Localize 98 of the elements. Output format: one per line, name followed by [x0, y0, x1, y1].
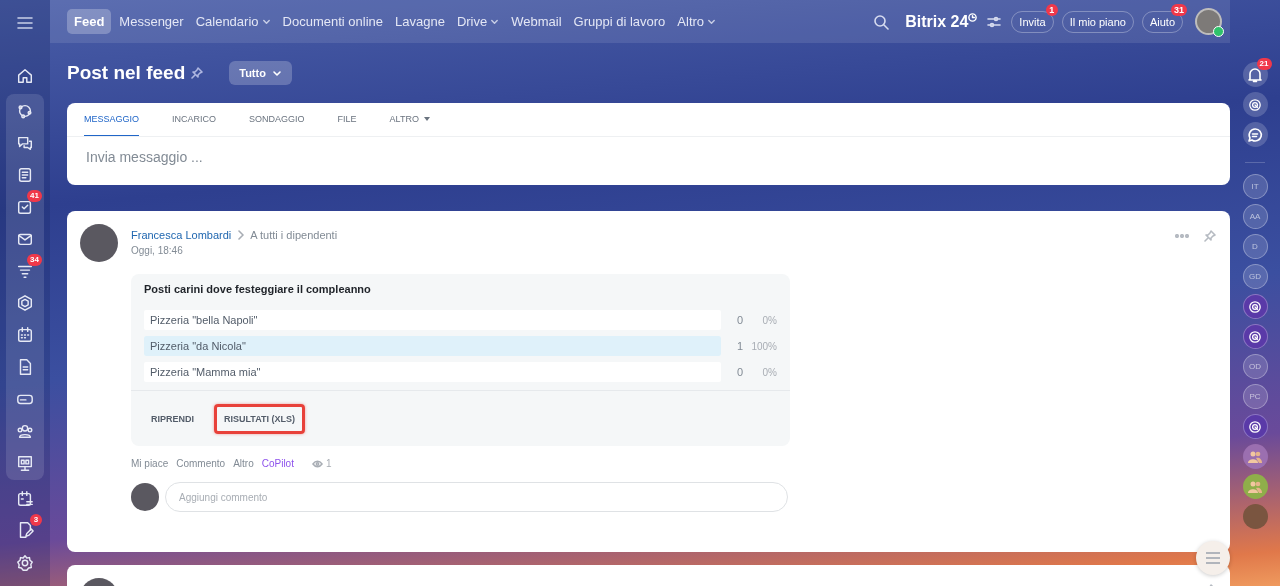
avatar — [131, 483, 159, 511]
vote-percent: 0% — [761, 366, 777, 378]
user-avatar[interactable] — [1195, 8, 1222, 35]
composer-tab[interactable]: INCARICO — [172, 103, 217, 136]
nav-tab[interactable]: Lavagne — [391, 9, 449, 34]
list-icon — [1205, 552, 1221, 564]
chat-button[interactable] — [1242, 122, 1268, 147]
counter-badge: 3 — [30, 513, 42, 526]
search-icon — [873, 13, 890, 30]
author-link[interactable]: Francesca Lombardi — [131, 229, 232, 241]
chat-avatar[interactable]: PC — [1242, 384, 1268, 409]
composer-tab[interactable]: ALTRO — [389, 103, 430, 136]
presentation-icon — [16, 454, 34, 473]
home-icon — [16, 66, 34, 85]
swirl-icon — [1247, 418, 1263, 435]
vote-percent: 0% — [761, 314, 777, 326]
swirl-icon — [1247, 298, 1263, 315]
vote-count-link[interactable]: 0 — [721, 365, 743, 379]
logo: Bitrix 24 — [905, 12, 969, 31]
chat-button[interactable] — [1242, 92, 1268, 117]
sliders-icon — [987, 15, 1002, 28]
composer-tab[interactable]: SONDAGGIO — [249, 103, 305, 136]
nav-tab[interactable]: Drive — [452, 9, 504, 34]
menu-icon — [17, 15, 33, 30]
chat-button[interactable] — [1242, 324, 1268, 349]
chat-avatar[interactable]: D — [1242, 234, 1268, 259]
sidebar-button[interactable]: 41 — [10, 192, 40, 223]
calendar-list-icon — [16, 490, 34, 508]
counter-badge: 31 — [1171, 3, 1187, 16]
pin-icon — [191, 67, 204, 79]
counter-badge: 21 — [1256, 58, 1272, 70]
chat-icon — [1247, 126, 1263, 143]
comment-input-field[interactable]: Aggiungi commento — [165, 482, 788, 512]
vote-count-link[interactable]: 0 — [721, 313, 743, 327]
nav-tab[interactable]: Calendario — [191, 9, 275, 34]
group-chat-button[interactable] — [1242, 444, 1268, 469]
chat-button[interactable] — [1242, 414, 1268, 439]
checkbox-icon — [16, 198, 34, 217]
nav-tab[interactable]: Gruppi di lavoro — [569, 9, 670, 34]
sidebar-button[interactable]: 3 — [10, 515, 40, 545]
vote-percent: 100% — [750, 340, 777, 352]
vote-count-link[interactable]: 1 — [721, 339, 743, 353]
action-link[interactable]: Commento — [176, 458, 226, 469]
post-time: Oggi, 18:46 — [131, 245, 184, 256]
people-icon — [1247, 449, 1263, 464]
recipients: A tutti i dipendenti — [250, 229, 338, 241]
network-icon — [16, 102, 34, 121]
poll-question: Posti carini dove festeggiare il compleanno — [143, 282, 372, 297]
chat-button[interactable] — [1242, 294, 1268, 319]
composer-tab[interactable]: FILE — [337, 103, 357, 136]
caret-icon — [261, 17, 271, 26]
bell-icon — [1247, 66, 1263, 83]
nav-tab[interactable]: Altro — [673, 9, 721, 34]
poll-option: Pizzeria "bella Napoli" — [144, 314, 258, 326]
nav-tab[interactable]: Webmail — [507, 9, 566, 34]
filter-dropdown[interactable]: Tutto — [229, 61, 292, 85]
composer-tab[interactable]: MESSAGGIO — [84, 103, 139, 136]
chat-avatar[interactable]: IT — [1242, 174, 1268, 199]
poll-option: Pizzeria "da Nicola" — [144, 340, 246, 352]
chevron-right-icon — [237, 230, 245, 240]
counter-badge: 34 — [27, 254, 42, 267]
swirl-icon — [1247, 328, 1263, 345]
avatar — [80, 224, 118, 262]
nav-tab[interactable]: Feed — [67, 9, 112, 34]
more-icon — [1175, 234, 1189, 238]
hexagon-icon — [16, 294, 34, 313]
group-chat-button[interactable] — [1242, 474, 1268, 499]
eye-icon — [311, 459, 323, 468]
page-title: Post nel feed — [67, 62, 186, 84]
counter-badge: 1 — [1045, 3, 1058, 16]
caret-icon — [707, 17, 717, 26]
chevron-down-icon — [271, 68, 282, 78]
calendar-icon — [16, 326, 34, 345]
caret-icon — [490, 17, 500, 26]
sidebar-button[interactable]: 34 — [10, 256, 40, 287]
action-link[interactable]: Altro — [233, 458, 254, 469]
dropdown-arrow-icon — [423, 117, 430, 121]
counter-badge: 41 — [27, 190, 42, 203]
chat-avatar[interactable]: OD — [1242, 354, 1268, 379]
document-list-icon — [16, 166, 34, 185]
poll-option: Pizzeria "Mamma mia" — [144, 366, 261, 378]
people-icon — [1247, 479, 1263, 494]
nav-tab[interactable]: Messenger — [115, 9, 188, 34]
people-icon — [16, 422, 34, 441]
chat-avatar[interactable]: GD — [1242, 264, 1268, 289]
poll-action-button[interactable]: RIPRENDI — [141, 403, 204, 434]
view-count: 1 — [311, 458, 332, 469]
swirl-icon — [1247, 96, 1263, 113]
chat-icon — [16, 134, 34, 153]
poll-action-button[interactable]: RISULTATI (XLS) — [214, 403, 305, 434]
play-status-icon — [1213, 26, 1224, 37]
nav-tab[interactable]: Documenti online — [278, 9, 387, 34]
chat-avatar[interactable]: AA — [1242, 204, 1268, 229]
copilot-link[interactable]: CoPilot — [261, 458, 294, 469]
pin-icon — [1204, 230, 1216, 242]
settings-icon — [16, 554, 34, 573]
clock-icon — [968, 13, 978, 22]
action-link[interactable]: Mi piace — [131, 458, 169, 469]
